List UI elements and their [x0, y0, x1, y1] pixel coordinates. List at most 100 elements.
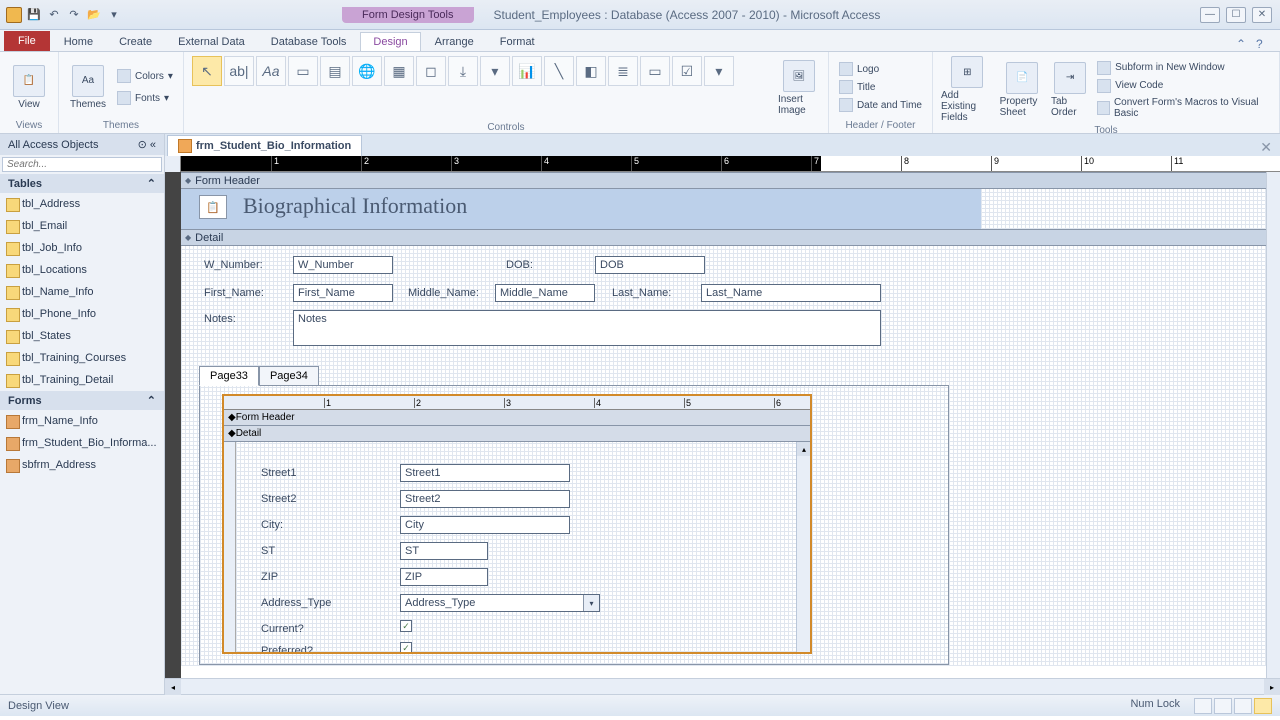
sub-label-st[interactable]: ST [256, 542, 324, 560]
convert-macros-button[interactable]: Convert Form's Macros to Visual Basic [1095, 96, 1271, 120]
subform-vruler[interactable] [224, 442, 236, 652]
help-icon[interactable]: ? [1256, 37, 1270, 51]
document-tab-active[interactable]: frm_Student_Bio_Information [167, 135, 362, 156]
tab-database-tools[interactable]: Database Tools [259, 33, 359, 51]
sub-textbox-street1[interactable]: Street1 [400, 464, 570, 482]
textbox-last-name[interactable]: Last_Name [701, 284, 881, 302]
qat-undo-icon[interactable]: ↶ [46, 7, 62, 23]
form-logo-icon[interactable]: 📋 [199, 195, 227, 219]
add-existing-fields-button[interactable]: ⊞ Add Existing Fields [941, 56, 994, 123]
subform-detail-section[interactable]: ▴ Street1 Street1 Street2 Street2 City: … [224, 442, 810, 652]
label-dob[interactable]: DOB: [501, 256, 538, 274]
tab-design[interactable]: Design [360, 32, 420, 51]
select-control-icon[interactable]: ↖ [192, 56, 222, 86]
tab-control[interactable]: Page33 Page34 ✥ [199, 366, 949, 665]
form-view-button[interactable] [1194, 698, 1212, 714]
sub-checkbox-preferred[interactable]: ✓ [400, 642, 412, 654]
design-vscrollbar[interactable] [1266, 172, 1280, 678]
form-canvas[interactable]: Form Header 📋 Biographical Information D… [181, 172, 1280, 678]
button-control-icon[interactable]: ▭ [288, 56, 318, 86]
detail-section-bar[interactable]: Detail [181, 229, 1280, 246]
nav-pane-header[interactable]: All Access Objects ⊙ « [0, 134, 164, 155]
layout-view-button[interactable] [1234, 698, 1252, 714]
title-button[interactable]: Title [837, 79, 924, 95]
insert-image-button[interactable]: 🖼 Insert Image [778, 60, 820, 116]
logo-button[interactable]: Logo [837, 61, 924, 77]
textbox-control-icon[interactable]: ab| [224, 56, 254, 86]
sub-textbox-city[interactable]: City [400, 516, 570, 534]
chart-control-icon[interactable]: 📊 [512, 56, 542, 86]
nav-item-sbfrm-address[interactable]: sbfrm_Address [0, 454, 164, 476]
sub-label-street2[interactable]: Street2 [256, 490, 324, 508]
datasheet-view-button[interactable] [1214, 698, 1232, 714]
sub-label-city[interactable]: City: [256, 516, 324, 534]
hyperlink-control-icon[interactable]: 🌐 [352, 56, 382, 86]
nav-item-tbl-phone-info[interactable]: tbl_Phone_Info [0, 303, 164, 325]
themes-button[interactable]: Aa Themes [67, 65, 109, 110]
nav-item-tbl-locations[interactable]: tbl_Locations [0, 259, 164, 281]
gallery-more-icon[interactable]: ▾ [704, 56, 734, 86]
tab-order-button[interactable]: ⇥ Tab Order [1051, 62, 1089, 118]
sub-combobox-address-type[interactable]: Address_Type ▾ [400, 594, 600, 612]
nav-item-tbl-states[interactable]: tbl_States [0, 325, 164, 347]
label-control-icon[interactable]: Aa [256, 56, 286, 86]
combobox-control-icon[interactable]: ▾ [480, 56, 510, 86]
subform-ruler[interactable]: 1 2 3 4 5 6 [224, 396, 810, 410]
label-w-number[interactable]: W_Number: [199, 256, 269, 274]
form-header-section-bar[interactable]: Form Header [181, 172, 1280, 189]
ruler-select-all[interactable] [165, 156, 181, 172]
tab-page33[interactable]: Page33 [199, 366, 259, 386]
date-time-button[interactable]: Date and Time [837, 97, 924, 113]
sub-textbox-st[interactable]: ST [400, 542, 488, 560]
vertical-ruler[interactable] [165, 172, 181, 678]
qat-open-icon[interactable]: 📂 [86, 7, 102, 23]
textbox-middle-name[interactable]: Middle_Name [495, 284, 595, 302]
subform-header-bar[interactable]: ◆ Form Header [224, 410, 810, 426]
nav-item-tbl-training-detail[interactable]: tbl_Training_Detail [0, 369, 164, 391]
label-notes[interactable]: Notes: [199, 310, 241, 328]
sub-textbox-zip[interactable]: ZIP [400, 568, 488, 586]
sub-label-address-type[interactable]: Address_Type [256, 594, 356, 612]
option-group-control-icon[interactable]: ◻ [416, 56, 446, 86]
tab-format[interactable]: Format [488, 33, 547, 51]
label-last-name[interactable]: Last_Name: [607, 284, 677, 302]
sub-textbox-street2[interactable]: Street2 [400, 490, 570, 508]
scroll-left-icon[interactable]: ◂ [165, 679, 181, 695]
sub-label-zip[interactable]: ZIP [256, 568, 324, 586]
label-middle-name[interactable]: Middle_Name: [403, 284, 483, 302]
view-button[interactable]: 📋 View [8, 65, 50, 110]
nav-item-tbl-email[interactable]: tbl_Email [0, 215, 164, 237]
textbox-w-number[interactable]: W_Number [293, 256, 393, 274]
subform-vscrollbar[interactable]: ▴ [796, 442, 810, 652]
textbox-first-name[interactable]: First_Name [293, 284, 393, 302]
rectangle-control-icon[interactable]: ▭ [640, 56, 670, 86]
subform-detail-bar[interactable]: ◆ Detail [224, 426, 810, 442]
design-hscrollbar[interactable]: ◂ ▸ [165, 678, 1280, 694]
maximize-button[interactable]: ☐ [1226, 7, 1246, 23]
subform-sbfrm-address[interactable]: ✥ 1 2 [222, 394, 812, 654]
design-view-button[interactable] [1254, 698, 1272, 714]
scroll-up-icon[interactable]: ▴ [797, 442, 811, 456]
textbox-notes[interactable]: Notes [293, 310, 881, 346]
fonts-button[interactable]: Fonts ▾ [115, 90, 175, 106]
tab-control-icon[interactable]: ▤ [320, 56, 350, 86]
subform-new-window-button[interactable]: Subform in New Window [1095, 60, 1226, 76]
file-tab[interactable]: File [4, 31, 50, 51]
label-first-name[interactable]: First_Name: [199, 284, 269, 302]
sub-label-preferred[interactable]: Preferred? [256, 642, 356, 654]
nav-item-tbl-job-info[interactable]: tbl_Job_Info [0, 237, 164, 259]
qat-customize-icon[interactable]: ▾ [106, 7, 122, 23]
view-code-button[interactable]: View Code [1095, 78, 1165, 94]
forms-group-header[interactable]: Forms⌃ [0, 391, 164, 410]
textbox-dob[interactable]: DOB [595, 256, 705, 274]
tab-page34[interactable]: Page34 [259, 366, 319, 386]
listbox-control-icon[interactable]: ≣ [608, 56, 638, 86]
ribbon-minimize-icon[interactable]: ⌃ [1236, 37, 1250, 51]
sub-label-street1[interactable]: Street1 [256, 464, 324, 482]
checkbox-control-icon[interactable]: ☑ [672, 56, 702, 86]
qat-redo-icon[interactable]: ↷ [66, 7, 82, 23]
nav-item-frm-student-bio[interactable]: frm_Student_Bio_Informa... [0, 432, 164, 454]
nav-item-tbl-address[interactable]: tbl_Address [0, 193, 164, 215]
document-close-button[interactable]: ✕ [1252, 139, 1280, 156]
nav-item-tbl-name-info[interactable]: tbl_Name_Info [0, 281, 164, 303]
